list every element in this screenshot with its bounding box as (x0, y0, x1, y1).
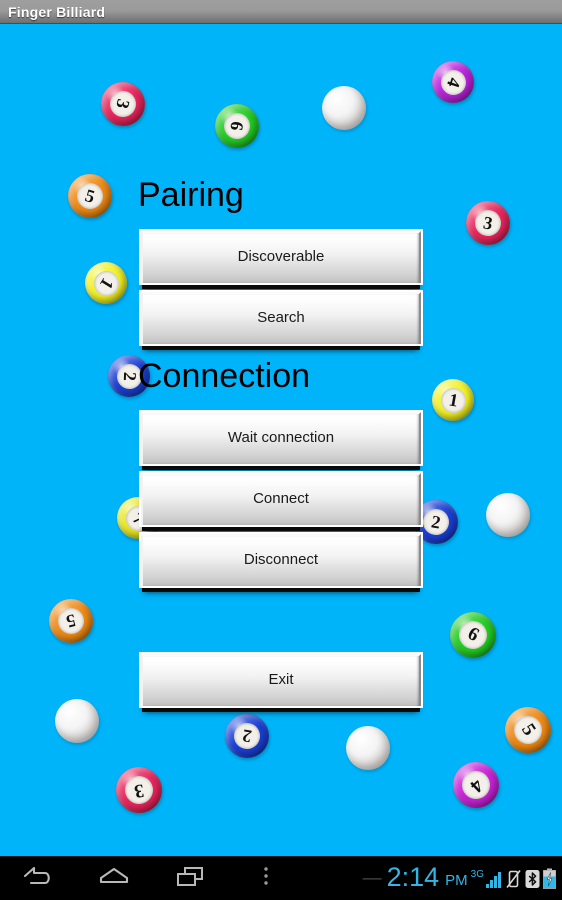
discoverable-button[interactable]: Discoverable (139, 229, 423, 285)
cue-ball[interactable] (322, 86, 366, 130)
billiard-ball[interactable]: 3 (101, 82, 145, 126)
home-icon (97, 863, 131, 894)
ball-number: 5 (73, 179, 107, 213)
ball-number: 1 (438, 385, 468, 415)
pairing-section-heading: Pairing (138, 176, 244, 214)
back-button[interactable] (0, 857, 76, 900)
bluetooth-icon (525, 869, 540, 889)
status-clock: 2:14 (386, 862, 440, 892)
billiard-ball[interactable]: 3 (466, 201, 510, 245)
billiard-ball[interactable]: 5 (68, 174, 112, 218)
notification-separator: — (362, 868, 382, 889)
ball-number: 5 (55, 605, 87, 637)
ball-number: 6 (222, 111, 252, 141)
cue-ball[interactable] (346, 726, 390, 770)
back-icon (21, 863, 55, 894)
connect-button[interactable]: Connect (139, 471, 423, 527)
cue-ball[interactable] (55, 699, 99, 743)
status-tray[interactable]: — 2:14 PM 3G (363, 857, 562, 900)
ball-number: 1 (88, 265, 124, 301)
menu-button[interactable] (228, 857, 304, 900)
billiard-ball[interactable]: 5 (505, 707, 551, 753)
billiard-ball[interactable]: 4 (432, 61, 474, 103)
connection-section-heading: Connection (138, 357, 311, 395)
exit-button[interactable]: Exit (139, 652, 423, 708)
app-screen: Finger Billiard 3645312172562534 Pairing… (0, 0, 562, 900)
button-label: Exit (268, 671, 294, 688)
signal-strength-icon (486, 869, 502, 889)
search-button[interactable]: Search (139, 290, 423, 346)
recents-icon (173, 863, 207, 894)
billiard-ball[interactable]: 2 (225, 714, 269, 758)
button-label: Disconnect (243, 551, 319, 568)
button-label: Search (257, 309, 305, 326)
cue-ball[interactable] (486, 493, 530, 537)
button-label: Connect (253, 490, 309, 507)
ball-number: 2 (420, 506, 452, 538)
disconnect-button[interactable]: Disconnect (139, 532, 423, 588)
ball-number: 2 (231, 720, 263, 752)
ball-number: 5 (508, 710, 548, 750)
billiard-ball[interactable]: 4 (453, 762, 499, 808)
button-label: Wait connection (227, 429, 335, 446)
ball-number: 4 (437, 66, 469, 98)
battery-charging-icon (543, 868, 556, 889)
title-bar: Finger Billiard (0, 0, 562, 24)
system-navigation-bar: — 2:14 PM 3G (0, 856, 562, 900)
billiard-ball[interactable]: 6 (215, 104, 259, 148)
app-title: Finger Billiard (8, 3, 106, 20)
ball-number: 6 (454, 616, 492, 654)
billiard-ball[interactable]: 3 (116, 767, 162, 813)
game-board-background: 3645312172562534 Pairing Connection Disc… (0, 24, 562, 856)
menu-icon (256, 863, 276, 894)
button-label: Discoverable (237, 248, 325, 265)
wait-connection-button[interactable]: Wait connection (139, 410, 423, 466)
vibrate-icon (505, 869, 522, 889)
home-button[interactable] (76, 857, 152, 900)
network-type-label: 3G (470, 868, 484, 880)
ball-number: 4 (456, 765, 496, 805)
billiard-ball[interactable]: 6 (450, 612, 496, 658)
ball-number: 3 (472, 207, 504, 239)
status-clock-ampm: PM (445, 872, 468, 889)
billiard-ball[interactable]: 1 (432, 379, 474, 421)
billiard-ball[interactable]: 1 (85, 262, 127, 304)
billiard-ball[interactable]: 5 (49, 599, 93, 643)
ball-number: 3 (107, 88, 139, 120)
ball-number: 3 (122, 773, 156, 807)
recent-apps-button[interactable] (152, 857, 228, 900)
